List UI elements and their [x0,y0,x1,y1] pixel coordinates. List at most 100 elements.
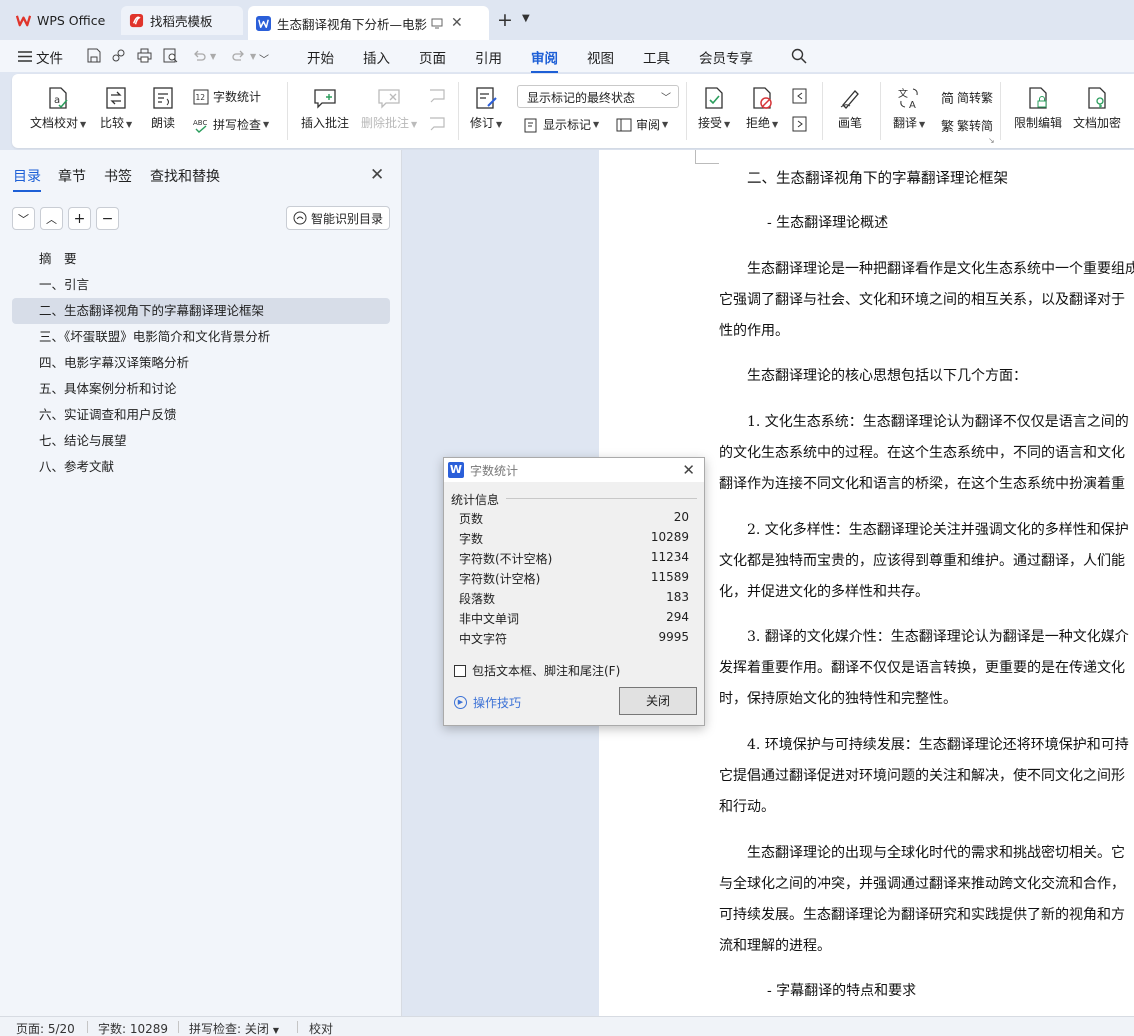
redo-icon[interactable] [232,49,246,63]
review-pane-button[interactable]: 审阅 ▼ [616,116,668,133]
spell-check-button[interactable]: ABC 拼写检查 ▼ [193,116,269,133]
prev-change-icon[interactable] [791,87,809,105]
markup-mode-select[interactable]: 显示标记的最终状态 ﹀ [517,85,679,108]
track-changes-button[interactable]: 修订 ▼ [470,86,502,131]
read-aloud-button[interactable]: 朗读 [151,86,175,131]
menu-tools[interactable]: 工具 [643,47,670,67]
menu-references[interactable]: 引用 [475,47,502,67]
menu-home[interactable]: 开始 [307,47,334,67]
track-changes-icon [476,87,497,109]
redo-chevron-icon[interactable]: ▼ [250,52,256,61]
show-markup-label: 显示标记 [543,118,592,132]
restrict-edit-button[interactable]: 限制编辑 [1014,86,1062,131]
tab-daoke-templates[interactable]: 找稻壳模板 [121,6,243,35]
toc-item[interactable]: 七、结论与展望 [12,428,390,454]
include-textboxes-checkbox[interactable]: 包括文本框、脚注和尾注(F) [454,662,620,679]
accept-button[interactable]: 接受 ▼ [698,86,730,131]
share-link-icon[interactable] [111,48,126,63]
toc-item[interactable]: 四、电影字幕汉译策略分析 [12,350,390,376]
tab-toc[interactable]: 目录 [13,166,41,192]
screen-cast-icon[interactable] [431,17,443,29]
menu-file[interactable]: 文件 [36,47,63,67]
prev-comment-icon[interactable] [428,88,446,104]
translate-button[interactable]: 文A 翻译 ▼ [893,86,925,131]
next-change-icon[interactable] [791,115,809,133]
tab-bookmarks[interactable]: 书签 [104,166,132,186]
menu-view[interactable]: 视图 [587,47,614,67]
toc-item[interactable]: 摘 要 [12,246,390,272]
encrypt-doc-button[interactable]: 文档加密 [1073,86,1121,131]
collapse-all-button[interactable]: ﹀ [12,207,35,230]
next-comment-icon[interactable] [428,116,446,132]
close-tab-icon[interactable]: ✕ [451,15,463,31]
insert-comment-button[interactable]: 插入批注 [301,86,349,131]
close-button[interactable]: 关闭 [619,687,697,715]
divider [87,1021,88,1033]
review-ribbon: a 文档校对 ▼ 比较 ▼ 朗读 12 字数统计 ABC 拼写检查 ▼ 插入批注 删除… [12,74,1134,148]
move-up-button[interactable]: ︿ [40,207,63,230]
toc-item[interactable]: 八、参考文献 [12,454,390,480]
stat-label: 页数 [459,512,484,526]
tab-wps-label: WPS Office [37,13,106,28]
menu-page[interactable]: 页面 [419,47,446,67]
paragraph-line: 性的作用。 [719,323,789,339]
stat-row: 非中文单词 294 [459,610,689,630]
checkbox-box[interactable] [454,664,466,677]
show-markup-button[interactable]: 显示标记 ▼ [523,116,599,133]
to-simplified-button[interactable]: 繁 繁转简 [941,116,993,135]
toc-item[interactable]: 六、实证调查和用户反馈 [12,402,390,428]
delete-comment-button[interactable]: 删除批注 ▼ [361,86,417,131]
tab-list-chevron-icon[interactable]: ▼ [522,13,530,24]
search-icon[interactable] [791,48,807,64]
smart-toc-button[interactable]: 智能识别目录 [286,206,390,230]
paragraph-line: 3. 翻译的文化媒介性：生态翻译理论认为翻译是一种文化媒介 [747,629,1129,645]
to-traditional-button[interactable]: 简 简转繁 [941,88,993,107]
daoke-logo-icon [129,13,144,28]
paragraph-line: 时，保持原始文化的独特性和完整性。 [719,691,957,707]
word-count-button[interactable]: 12 字数统计 [193,88,261,105]
quick-access-more-icon[interactable]: ﹀ [259,51,269,66]
proofread-indicator[interactable]: 校对 [309,1020,333,1036]
print-preview-icon[interactable] [163,48,178,63]
word-count-indicator[interactable]: 字数: 10289 [98,1020,168,1036]
toc-item-selected[interactable]: 二、生态翻译视角下的字幕翻译理论框架 [12,298,390,324]
stat-value: 9995 [658,630,689,644]
pen-icon [840,90,859,109]
pen-button[interactable]: 画笔 [838,86,862,131]
stats-group-label: 统计信息 [451,493,500,507]
show-markup-icon [524,118,537,132]
tab-find-replace[interactable]: 查找和替换 [150,166,220,186]
dialog-launcher-icon[interactable]: ↘ [988,136,995,145]
hamburger-menu-icon[interactable] [18,51,32,62]
tips-link[interactable]: ▶ 操作技巧 [454,694,521,711]
menu-insert[interactable]: 插入 [363,47,390,67]
toc-item[interactable]: 五、具体案例分析和讨论 [12,376,390,402]
dialog-title-bar[interactable]: W 字数统计 ✕ [444,458,704,482]
menu-membership[interactable]: 会员专享 [699,47,753,67]
tab-sections[interactable]: 章节 [58,166,86,186]
menu-review[interactable]: 审阅 [531,47,558,73]
undo-chevron-icon[interactable]: ▼ [210,52,216,61]
toc-item[interactable]: 一、引言 [12,272,390,298]
add-heading-button[interactable]: + [68,207,91,230]
stat-label: 字符数(计空格) [459,572,541,586]
paragraph-line: 翻译作为连接不同文化和语言的桥梁，在这个生态系统中扮演着重 [719,476,1125,492]
close-icon[interactable]: ✕ [682,461,695,479]
translate-label: 翻译 [893,116,918,130]
remove-heading-button[interactable]: − [96,207,119,230]
print-icon[interactable] [137,48,152,63]
spell-check-indicator[interactable]: 拼写检查: 关闭 ▼ [189,1020,279,1036]
reject-button[interactable]: 拒绝 ▼ [746,86,778,131]
save-icon[interactable] [86,48,101,63]
page-indicator[interactable]: 页面: 5/20 [16,1020,75,1036]
tab-wps-office[interactable]: WPS Office [8,6,116,35]
close-pane-icon[interactable]: ✕ [370,165,384,185]
reject-change-icon [753,87,772,109]
new-tab-icon[interactable]: + [497,9,513,31]
compare-button[interactable]: 比较 ▼ [100,86,132,131]
undo-icon[interactable] [192,49,206,63]
toc-item[interactable]: 三、《坏蛋联盟》电影简介和文化背景分析 [12,324,390,350]
doc-check-button[interactable]: a 文档校对 ▼ [30,86,86,131]
tab-current-document[interactable]: 生态翻译视角下分析—电影《 ✕ [248,6,489,40]
stat-label: 字数 [459,532,484,546]
